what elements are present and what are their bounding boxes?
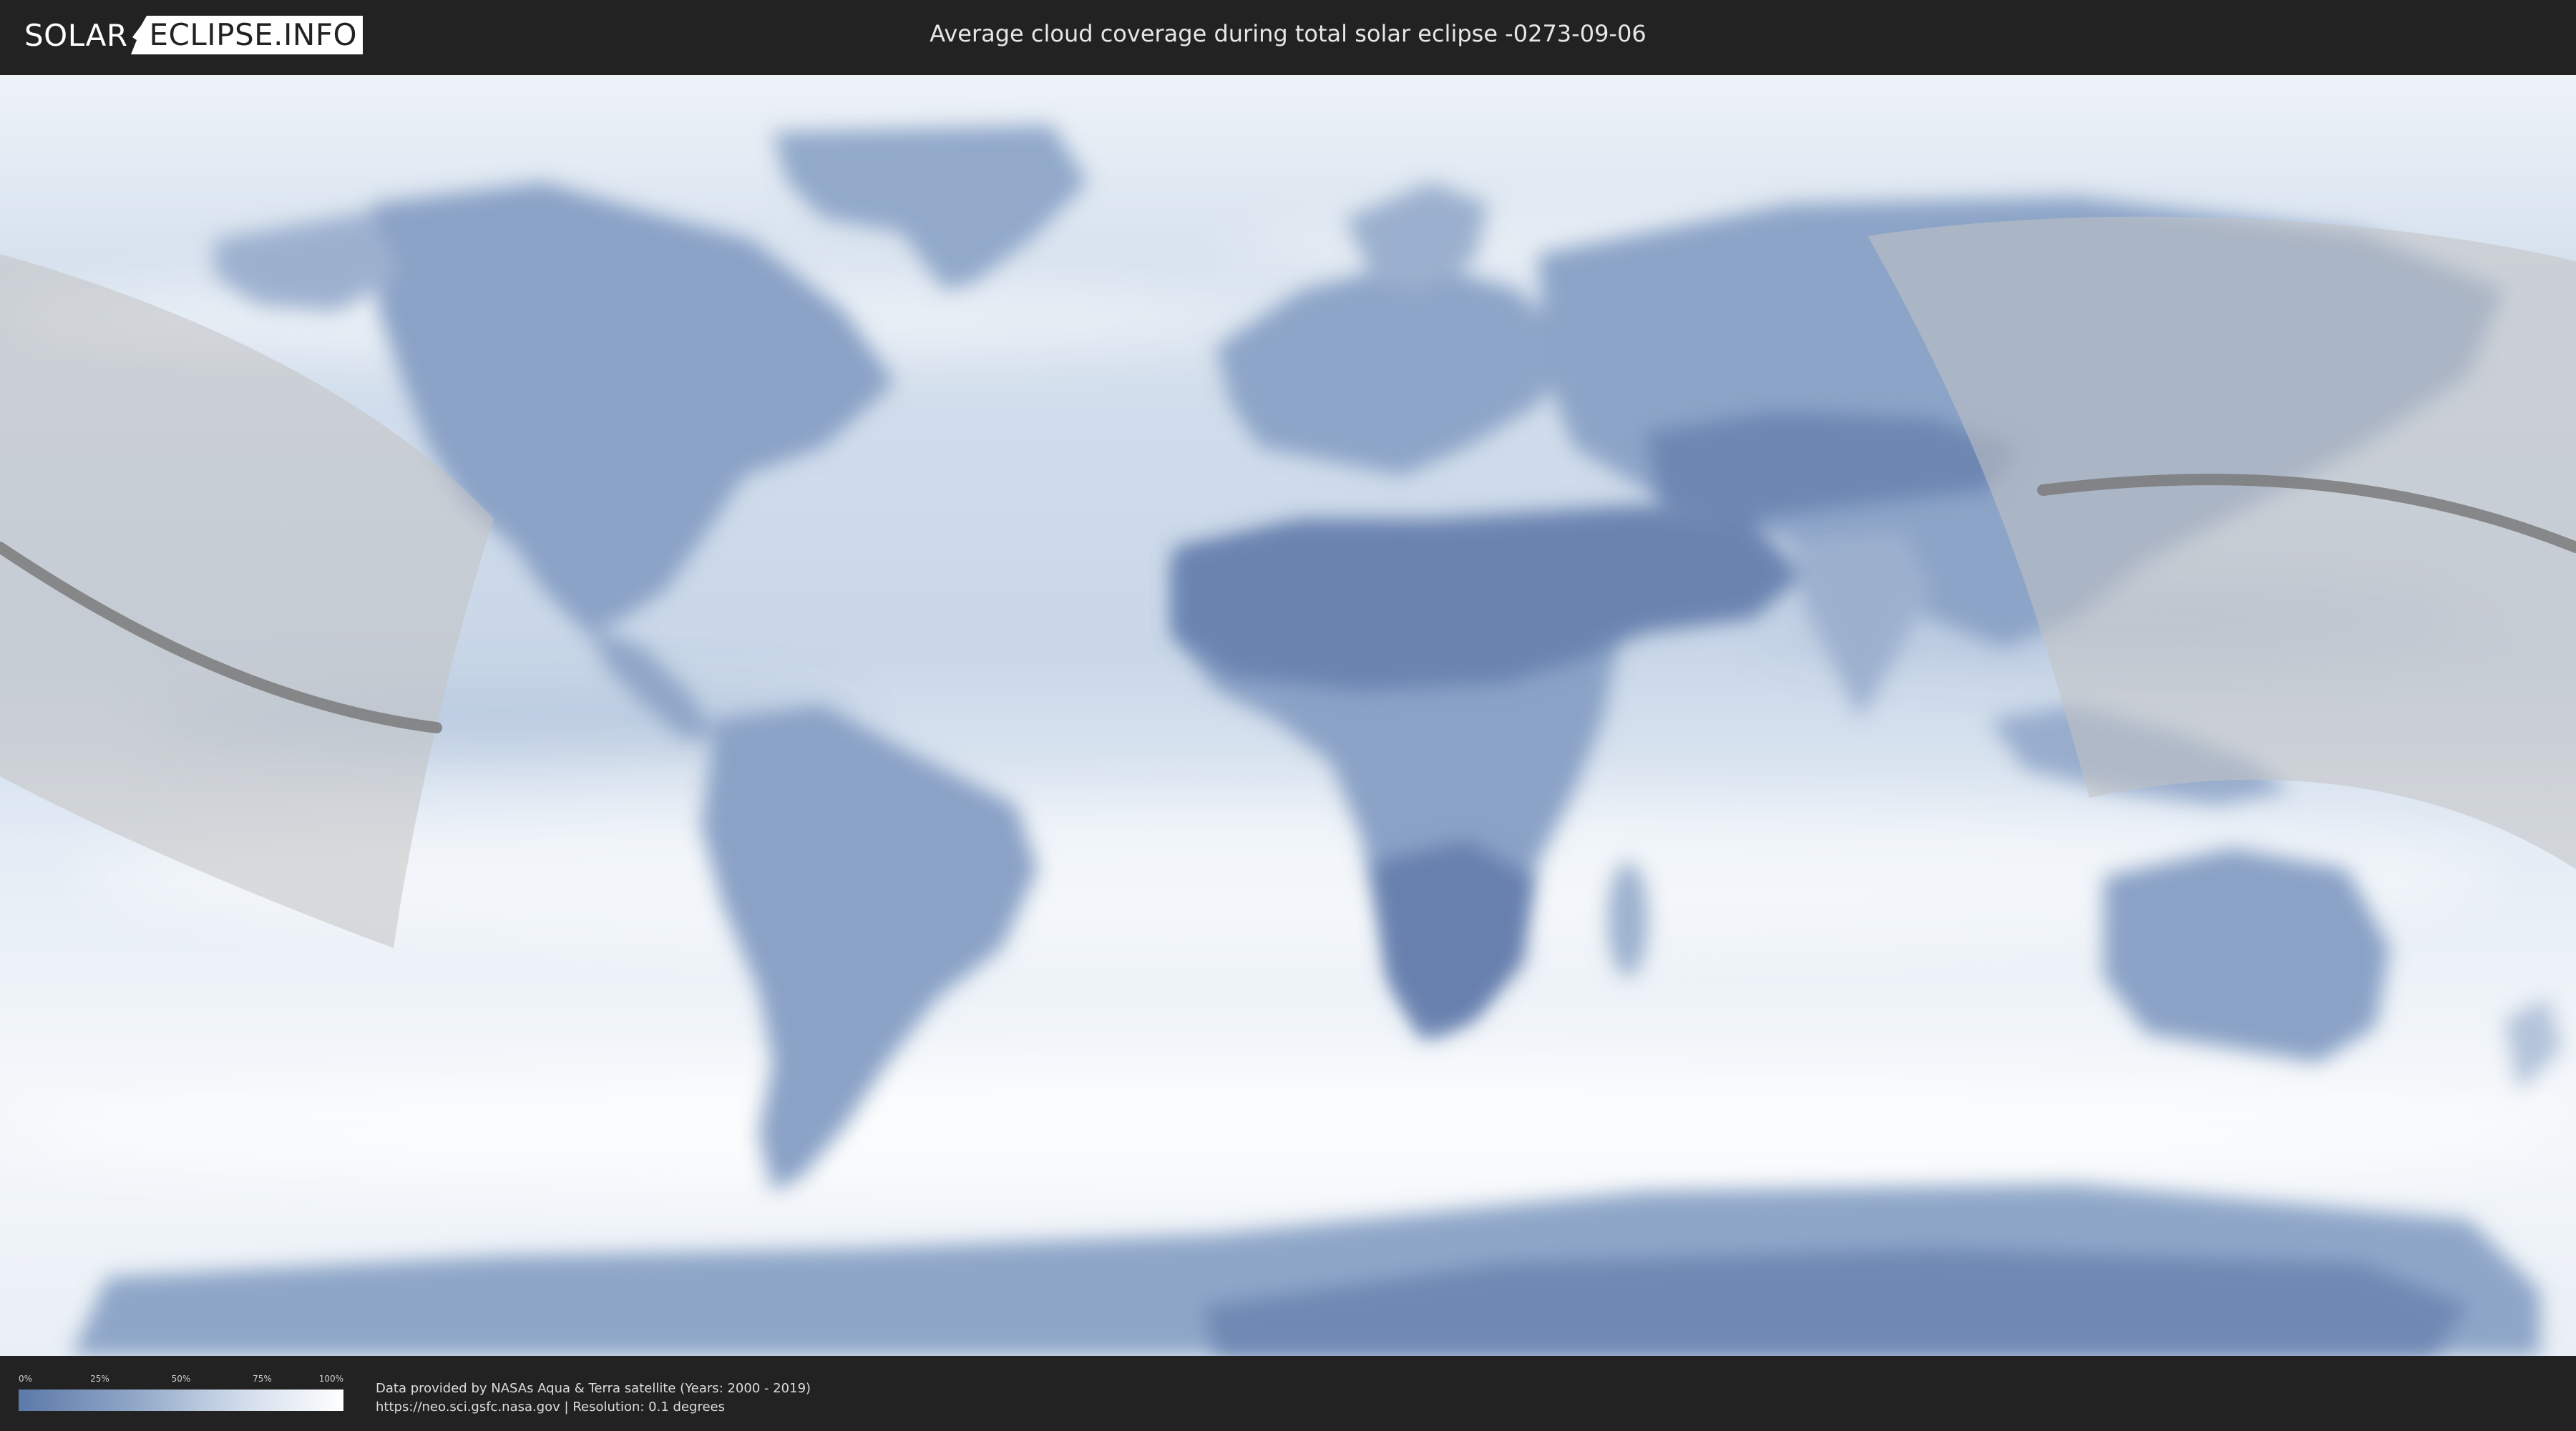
page: SOLAR ECLIPSE.INFO Average cloud coverag… <box>0 0 2576 1431</box>
header: SOLAR ECLIPSE.INFO Average cloud coverag… <box>0 0 2576 72</box>
page-title: Average cloud coverage during total sola… <box>930 20 1646 47</box>
legend-tick-75: 75% <box>253 1374 272 1384</box>
credit-line-url[interactable]: https://neo.sci.gsfc.nasa.gov | Resoluti… <box>376 1398 811 1417</box>
land-australia <box>2104 848 2390 1063</box>
cloud-coverage-legend: 0% 25% 50% 75% 100% <box>19 1374 343 1417</box>
cloud-coverage-map[interactable] <box>0 75 2576 1356</box>
legend-color-bar <box>19 1390 343 1411</box>
legend-ticks: 0% 25% 50% 75% 100% <box>19 1374 343 1390</box>
legend-tick-25: 25% <box>90 1374 109 1384</box>
legend-tick-100: 100% <box>318 1374 343 1384</box>
land-madagascar <box>1608 862 1648 977</box>
legend-tick-0: 0% <box>19 1374 33 1384</box>
data-credit: Data provided by NASAs Aqua & Terra sate… <box>376 1379 811 1417</box>
credit-line-source: Data provided by NASAs Aqua & Terra sate… <box>376 1381 811 1396</box>
footer: 0% 25% 50% 75% 100% Data provided by NAS… <box>0 1359 2576 1431</box>
world-map-svg <box>0 75 2576 1356</box>
legend-tick-50: 50% <box>171 1374 191 1384</box>
